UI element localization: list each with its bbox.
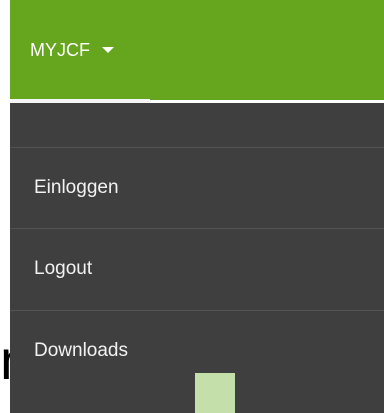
menu-item-label: Logout [34,257,93,279]
partial-edge-glyph: n [0,330,10,390]
menu-item-logout[interactable]: Logout [10,228,384,308]
chevron-down-icon [102,47,114,53]
dropdown-menu: Einloggen Logout Downloads [10,103,384,413]
menu-item-label: Downloads [34,339,128,361]
menu-item-einloggen[interactable]: Einloggen [10,147,384,227]
myjcf-menu-toggle[interactable]: MYJCF [30,37,114,63]
menu-label: MYJCF [30,39,90,60]
top-nav-bar: MYJCF [10,0,384,100]
menu-item-label: Einloggen [34,176,119,198]
scroll-thumb[interactable] [195,373,235,413]
